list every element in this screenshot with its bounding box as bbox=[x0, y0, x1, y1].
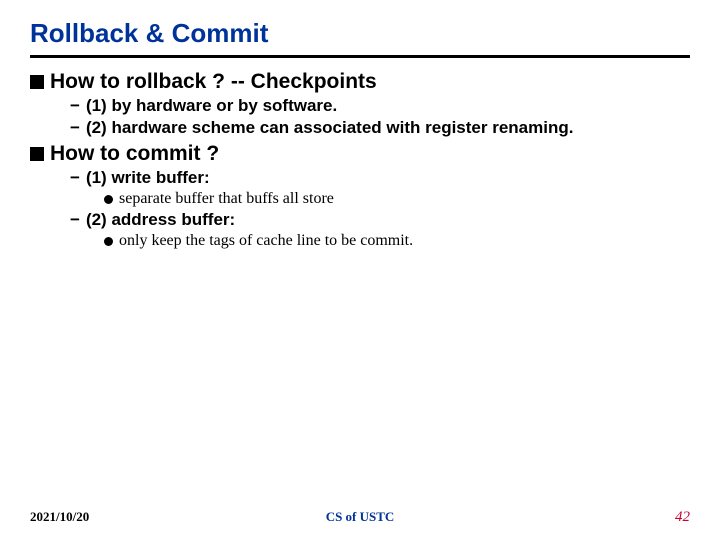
slide-title: Rollback & Commit bbox=[30, 18, 690, 55]
footer-page-number: 42 bbox=[675, 509, 690, 526]
square-bullet-icon bbox=[30, 147, 44, 161]
slide-footer: 2021/10/20 CS of USTC 42 bbox=[30, 509, 690, 526]
square-bullet-icon bbox=[30, 75, 44, 89]
slide: Rollback & Commit How to rollback ? -- C… bbox=[0, 0, 720, 540]
subsub-commit-1a-text: separate buffer that buffs all store bbox=[119, 190, 334, 208]
dash-icon: − bbox=[70, 96, 80, 116]
bullet-rollback: How to rollback ? -- Checkpoints bbox=[30, 70, 690, 94]
sub-rollback-2: − (2) hardware scheme can associated wit… bbox=[70, 118, 690, 138]
sub-rollback-1-text: (1) by hardware or by software. bbox=[86, 96, 337, 116]
dash-icon: − bbox=[70, 168, 80, 188]
subsub-commit-2a-text: only keep the tags of cache line to be c… bbox=[119, 232, 413, 250]
dot-bullet-icon bbox=[104, 195, 113, 204]
bullet-rollback-text: How to rollback ? -- Checkpoints bbox=[50, 70, 377, 94]
subsub-commit-2a: only keep the tags of cache line to be c… bbox=[104, 232, 690, 250]
footer-org: CS of USTC bbox=[326, 509, 395, 525]
bullet-commit-text: How to commit ? bbox=[50, 142, 219, 166]
footer-date: 2021/10/20 bbox=[30, 509, 89, 525]
bullet-commit: How to commit ? bbox=[30, 142, 690, 166]
sub-rollback-2-text: (2) hardware scheme can associated with … bbox=[86, 118, 574, 138]
slide-content: How to rollback ? -- Checkpoints − (1) b… bbox=[30, 70, 690, 250]
sub-commit-1: − (1) write buffer: bbox=[70, 168, 690, 188]
sub-commit-2: − (2) address buffer: bbox=[70, 210, 690, 230]
sub-commit-2-text: (2) address buffer: bbox=[86, 210, 235, 230]
dash-icon: − bbox=[70, 118, 80, 138]
sub-commit-1-text: (1) write buffer: bbox=[86, 168, 210, 188]
subsub-commit-1a: separate buffer that buffs all store bbox=[104, 190, 690, 208]
dash-icon: − bbox=[70, 210, 80, 230]
dot-bullet-icon bbox=[104, 237, 113, 246]
sub-rollback-1: − (1) by hardware or by software. bbox=[70, 96, 690, 116]
title-rule bbox=[30, 55, 690, 58]
